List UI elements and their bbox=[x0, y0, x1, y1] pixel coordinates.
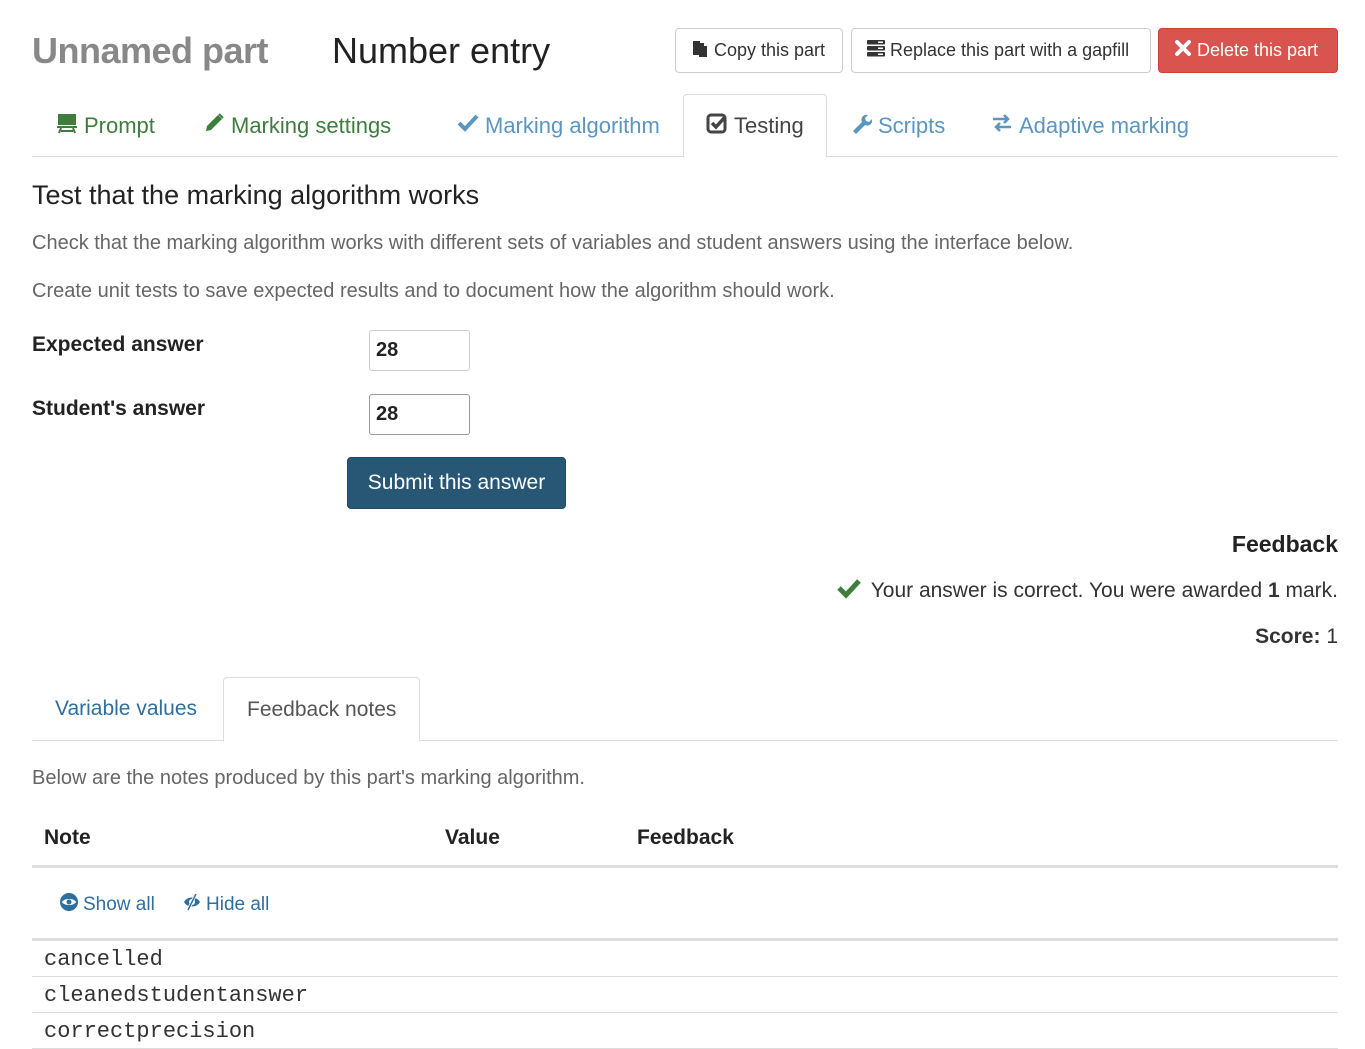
server-stack-icon bbox=[866, 38, 886, 63]
show-all-label: Show all bbox=[83, 894, 155, 915]
tab-testing-label: Testing bbox=[734, 113, 804, 138]
check-icon bbox=[457, 112, 479, 140]
easel-icon bbox=[56, 112, 78, 140]
delete-part-label: Delete this part bbox=[1197, 40, 1319, 60]
copy-part-label: Copy this part bbox=[714, 40, 826, 60]
tab-variable-values[interactable]: Variable values bbox=[32, 677, 220, 741]
notes-description: Below are the notes produced by this par… bbox=[32, 767, 585, 789]
part-header: Unnamed part Number entry Copy this part… bbox=[32, 28, 1338, 74]
copy-part-button[interactable]: Copy this part bbox=[675, 28, 843, 73]
hide-all-button[interactable]: Hide all bbox=[182, 892, 269, 918]
student-answer-input[interactable] bbox=[369, 394, 470, 435]
show-all-button[interactable]: Show all bbox=[59, 892, 155, 918]
tab-prompt-label: Prompt bbox=[84, 112, 155, 138]
table-row: correctprecision bbox=[32, 1013, 1338, 1049]
testing-description: Check that the marking algorithm works w… bbox=[32, 232, 1074, 254]
expected-answer-input[interactable] bbox=[369, 330, 470, 371]
column-value: Value bbox=[445, 826, 500, 849]
note-name: cancelled bbox=[44, 947, 163, 972]
feedback-marks: 1 bbox=[1267, 579, 1280, 602]
notes-table-header: Note Value Feedback bbox=[32, 815, 1338, 868]
note-name: correctprecision bbox=[44, 1019, 256, 1044]
part-type: Number entry bbox=[332, 30, 551, 71]
note-name: cleanedstudentanswer bbox=[44, 983, 309, 1008]
feedback-message: Your answer is correct. You were awarded… bbox=[836, 576, 1338, 606]
feedback-text-prefix: Your answer is correct. You were awarded bbox=[870, 579, 1268, 602]
tab-testing[interactable]: Testing bbox=[683, 94, 827, 158]
score-value: 1 bbox=[1326, 625, 1338, 648]
table-row: cancelled bbox=[32, 941, 1338, 977]
tab-marking-settings[interactable]: Marking settings bbox=[181, 94, 413, 157]
replace-with-gapfill-button[interactable]: Replace this part with a gapfill bbox=[851, 28, 1151, 73]
part-name[interactable]: Unnamed part bbox=[32, 30, 269, 72]
hide-all-label: Hide all bbox=[206, 894, 270, 915]
replace-with-gapfill-label: Replace this part with a gapfill bbox=[890, 40, 1130, 60]
score: Score: 1 bbox=[1255, 625, 1338, 649]
expected-answer-label: Expected answer bbox=[32, 333, 204, 356]
tab-marking-algorithm-label: Marking algorithm bbox=[485, 112, 660, 138]
tab-scripts-label: Scripts bbox=[878, 112, 946, 138]
tab-adaptive-marking-label: Adaptive marking bbox=[1019, 112, 1189, 138]
feedback-heading: Feedback bbox=[1231, 531, 1338, 557]
check-icon bbox=[836, 576, 861, 606]
tab-marking-algorithm[interactable]: Marking algorithm bbox=[435, 94, 682, 157]
check-square-icon bbox=[706, 112, 728, 140]
tab-feedback-notes[interactable]: Feedback notes bbox=[223, 677, 421, 742]
copy-icon bbox=[690, 38, 710, 63]
column-feedback: Feedback bbox=[637, 826, 734, 849]
tab-adaptive-marking[interactable]: Adaptive marking bbox=[969, 94, 1211, 157]
tab-scripts[interactable]: Scripts bbox=[828, 94, 967, 157]
student-answer-label: Student's answer bbox=[32, 397, 206, 420]
part-tabs: Prompt Marking settings Marking algorith… bbox=[32, 94, 1338, 158]
feedback-text: Your answer is correct. You were awarded… bbox=[871, 579, 1338, 603]
column-note: Note bbox=[44, 826, 91, 849]
notes-actions: Show all Hide all bbox=[32, 868, 1338, 941]
testing-title: Test that the marking algorithm works bbox=[32, 180, 480, 210]
pencil-icon bbox=[203, 112, 225, 140]
close-icon bbox=[1173, 38, 1193, 63]
eye-icon bbox=[59, 892, 79, 918]
result-tabs: Variable values Feedback notes bbox=[32, 677, 1338, 742]
delete-part-button[interactable]: Delete this part bbox=[1158, 28, 1338, 73]
tab-marking-settings-label: Marking settings bbox=[231, 112, 392, 138]
eye-slash-icon bbox=[182, 892, 202, 918]
tab-prompt[interactable]: Prompt bbox=[34, 94, 177, 157]
swap-arrows-icon bbox=[991, 112, 1013, 140]
score-label: Score: bbox=[1255, 625, 1321, 648]
submit-answer-button[interactable]: Submit this answer bbox=[347, 457, 566, 509]
notes-table: Note Value Feedback Show all Hide all ca… bbox=[32, 815, 1338, 1049]
feedback-text-suffix: mark. bbox=[1279, 579, 1338, 602]
unit-tests-description: Create unit tests to save expected resul… bbox=[32, 280, 835, 302]
table-row: cleanedstudentanswer bbox=[32, 977, 1338, 1013]
wrench-icon bbox=[850, 112, 873, 140]
